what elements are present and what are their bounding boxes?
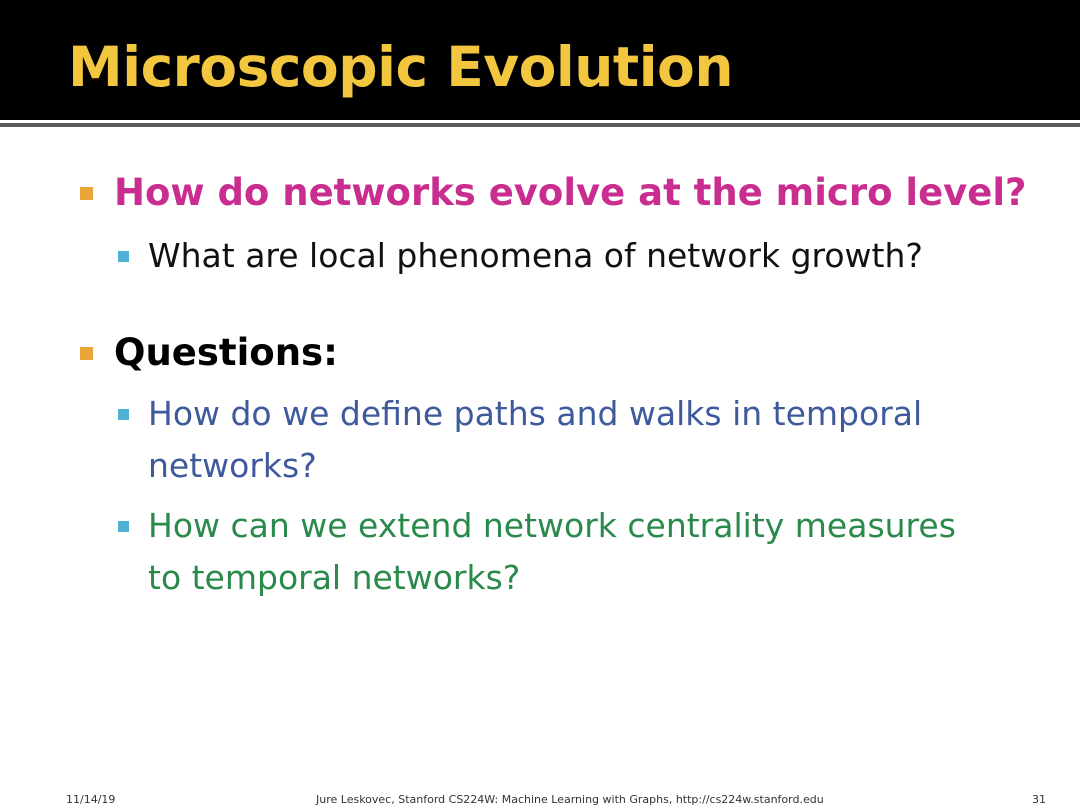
bullet-text-line: to temporal networks? <box>148 558 521 597</box>
title-divider-light <box>0 120 1080 122</box>
square-bullet-icon <box>80 187 93 200</box>
slide-title: Microscopic Evolution <box>68 35 734 99</box>
bullet-text: How do networks evolve at the micro leve… <box>114 171 1027 214</box>
square-bullet-icon <box>118 251 129 262</box>
bullet-text: What are local phenomena of network grow… <box>148 236 923 275</box>
title-divider-dark <box>0 123 1080 127</box>
bullet-text: Questions: <box>114 331 338 374</box>
footer-credit: Jure Leskovec, Stanford CS224W: Machine … <box>316 793 824 806</box>
bullet-text: How can we extend network centrality mea… <box>148 500 956 604</box>
square-bullet-icon <box>118 409 129 420</box>
footer-date: 11/14/19 <box>66 793 116 806</box>
footer-page-number: 31 <box>1032 793 1046 806</box>
bullet-text-line: networks? <box>148 446 317 485</box>
square-bullet-icon <box>118 521 129 532</box>
title-bar: Microscopic Evolution <box>0 0 1080 120</box>
bullet-text: How do we define paths and walks in temp… <box>148 388 922 492</box>
bullet-text-line: How can we extend network centrality mea… <box>148 506 956 545</box>
bullet-text-line: How do we define paths and walks in temp… <box>148 394 923 433</box>
square-bullet-icon <box>80 347 93 360</box>
